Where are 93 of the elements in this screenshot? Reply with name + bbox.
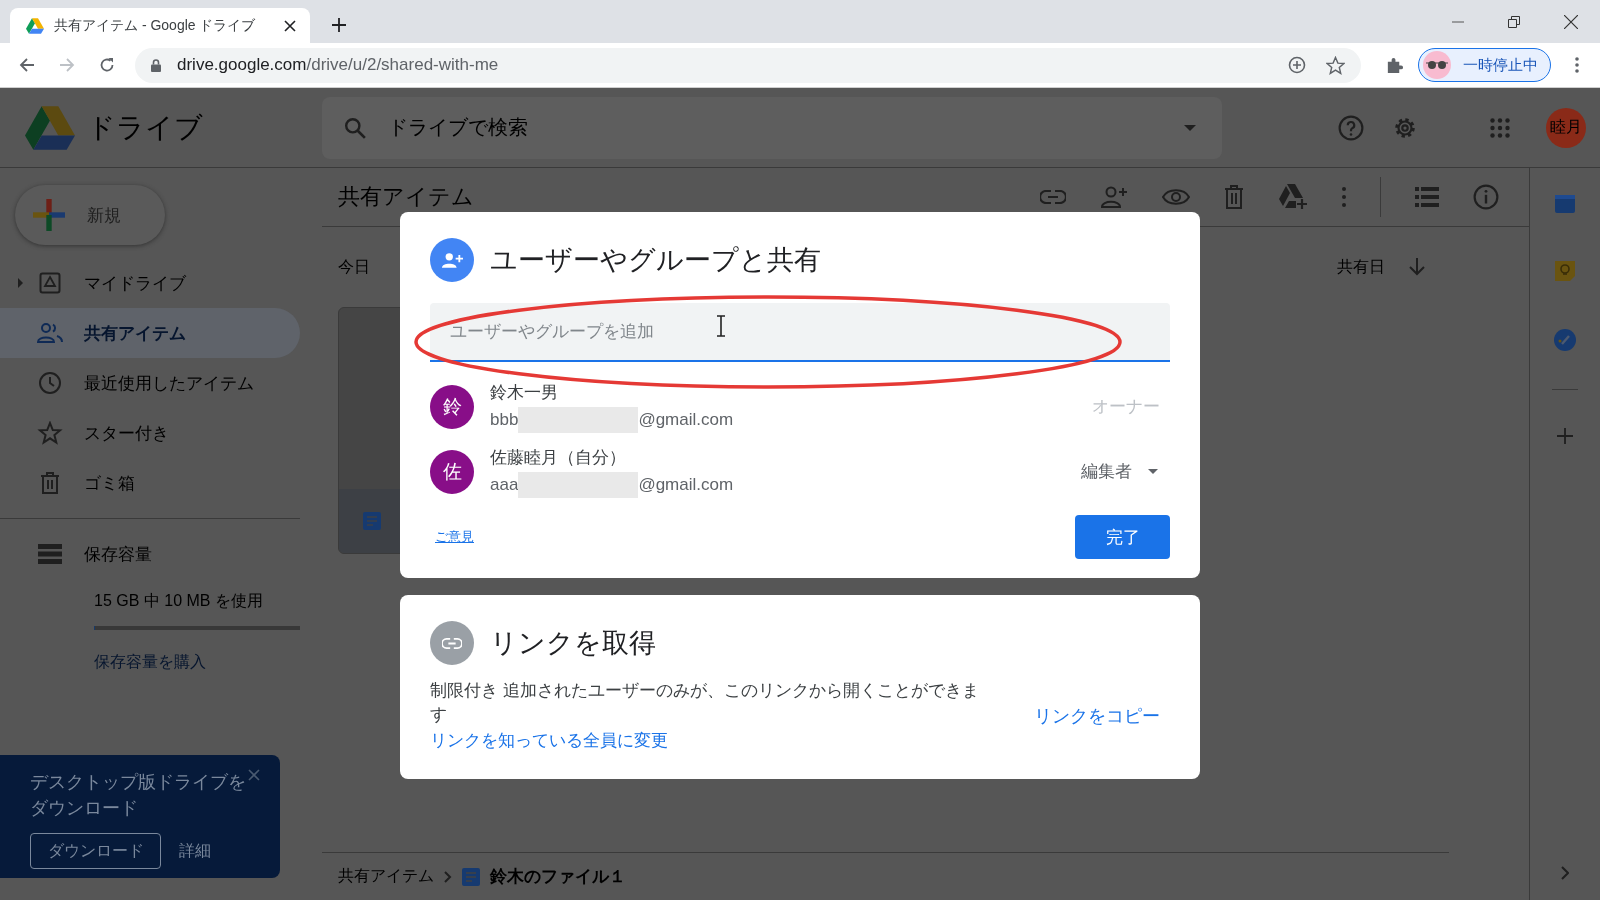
close-tab-icon[interactable] bbox=[284, 19, 296, 32]
document-icon bbox=[363, 512, 381, 530]
text-cursor-icon bbox=[716, 315, 726, 337]
minimize-icon[interactable] bbox=[1452, 20, 1464, 23]
role-label: オーナー bbox=[1092, 396, 1161, 418]
star-icon[interactable] bbox=[1326, 55, 1345, 75]
sidebar-item[interactable]: ゴミ箱 bbox=[0, 458, 300, 508]
app-name: ドライブ bbox=[87, 110, 203, 145]
storage-label[interactable]: 保存容量 bbox=[84, 542, 152, 566]
caret-icon[interactable] bbox=[1184, 124, 1196, 131]
drive-logo-icon bbox=[25, 105, 75, 150]
clock-icon bbox=[36, 371, 64, 395]
close-window-icon[interactable] bbox=[1564, 14, 1578, 29]
forward-icon[interactable] bbox=[59, 57, 75, 73]
done-button[interactable]: 完了 bbox=[1075, 515, 1170, 559]
arrow-down-icon[interactable] bbox=[1409, 258, 1425, 276]
sidebar-item[interactable]: マイドライブ bbox=[0, 258, 300, 308]
url-text: drive.google.com/drive/u/2/shared-with-me bbox=[177, 55, 499, 75]
kebab-menu-icon[interactable] bbox=[1575, 57, 1579, 73]
access-description: 制限付き 追加されたユーザーのみが、このリンクから開くことができます bbox=[430, 680, 980, 726]
reload-icon[interactable] bbox=[99, 57, 115, 73]
sort-label[interactable]: 共有日 bbox=[1337, 256, 1385, 278]
promo-text: デスクトップ版ドライブをダウンロード bbox=[30, 771, 247, 820]
link-icon[interactable] bbox=[1040, 190, 1066, 204]
change-access-link[interactable]: リンクを知っている全員に変更 bbox=[430, 729, 995, 752]
sidebar-item[interactable]: スター付き bbox=[0, 408, 300, 458]
chevron-right-icon[interactable] bbox=[1561, 866, 1569, 880]
tasks-icon[interactable] bbox=[1554, 329, 1576, 351]
lightbulb-note-icon[interactable] bbox=[1555, 261, 1575, 281]
plus-icon bbox=[33, 199, 65, 231]
search-bar[interactable]: ドライブで検索 bbox=[322, 96, 1222, 159]
restore-icon[interactable] bbox=[1508, 15, 1520, 28]
tab-title: 共有アイテム - Google ドライブ bbox=[54, 16, 257, 35]
drive-icon bbox=[36, 271, 64, 295]
details-link[interactable]: 詳細 bbox=[179, 840, 211, 862]
email-start: aaa bbox=[490, 474, 519, 495]
email-domain: @gmail.com bbox=[638, 409, 734, 430]
buy-storage-link[interactable]: 保存容量を購入 bbox=[94, 652, 305, 673]
info-icon[interactable] bbox=[1473, 184, 1499, 210]
person-avatar: 鈴 bbox=[430, 384, 474, 429]
add-person-icon[interactable] bbox=[1100, 186, 1128, 208]
calendar-icon[interactable] bbox=[1555, 193, 1575, 213]
lock-icon bbox=[151, 58, 161, 72]
email-start: bbb bbox=[490, 409, 519, 430]
new-tab-icon[interactable] bbox=[332, 18, 346, 32]
caret-icon bbox=[1148, 469, 1158, 474]
star-icon bbox=[36, 421, 64, 445]
link-icon bbox=[442, 637, 462, 649]
breadcrumb-parent[interactable]: 共有アイテム bbox=[338, 866, 434, 887]
copy-link-button[interactable]: リンクをコピー bbox=[1034, 703, 1160, 728]
apps-grid-icon[interactable] bbox=[1490, 117, 1510, 138]
email-domain: @gmail.com bbox=[638, 474, 734, 495]
section-heading: 今日 bbox=[338, 256, 370, 277]
download-button[interactable]: ダウンロード bbox=[30, 833, 161, 869]
list-view-icon[interactable] bbox=[1415, 187, 1439, 207]
drive-add-icon[interactable] bbox=[1278, 184, 1308, 210]
storage-usage: 15 GB 中 10 MB を使用 bbox=[94, 591, 264, 611]
drive-logo-icon bbox=[26, 17, 44, 34]
close-icon[interactable] bbox=[248, 769, 260, 781]
feedback-link[interactable]: ご意見 bbox=[435, 528, 474, 546]
plus-icon[interactable] bbox=[1557, 428, 1573, 444]
page-title: 共有アイテム bbox=[338, 183, 474, 211]
person-avatar: 佐 bbox=[430, 449, 474, 494]
person-name: 佐藤睦月（自分） bbox=[490, 446, 627, 469]
profile-chip[interactable]: 一時停止中 bbox=[1418, 48, 1551, 82]
people-icon bbox=[36, 322, 64, 344]
add-circle-icon[interactable] bbox=[1288, 56, 1306, 74]
storage-icon bbox=[36, 544, 64, 564]
add-people-field[interactable]: ユーザーやグループを追加 bbox=[430, 303, 1170, 362]
breadcrumb-file[interactable]: 鈴木のファイル１ bbox=[490, 865, 626, 888]
trash-icon[interactable] bbox=[1224, 185, 1244, 209]
search-input[interactable]: ドライブで検索 bbox=[386, 115, 1164, 140]
chevron-right-icon bbox=[444, 870, 452, 883]
dialog-title: ユーザーやグループと共有 bbox=[490, 244, 821, 277]
search-icon bbox=[344, 116, 366, 139]
back-icon[interactable] bbox=[19, 57, 35, 73]
glasses-avatar-icon bbox=[1423, 51, 1451, 79]
more-options-icon[interactable] bbox=[1342, 187, 1346, 207]
dialog-title: リンクを取得 bbox=[490, 627, 656, 660]
sidebar-item[interactable]: 最近使用したアイテム bbox=[0, 358, 300, 408]
sidebar-item[interactable]: 共有アイテム bbox=[0, 308, 300, 358]
role-dropdown[interactable]: 編集者 bbox=[1069, 454, 1170, 489]
person-name: 鈴木一男 bbox=[490, 381, 559, 404]
account-avatar[interactable]: 睦月 bbox=[1546, 107, 1586, 148]
new-button[interactable]: 新規 bbox=[15, 185, 165, 245]
browser-tab[interactable]: 共有アイテム - Google ドライブ bbox=[10, 8, 310, 43]
help-icon[interactable] bbox=[1338, 114, 1364, 141]
eye-icon[interactable] bbox=[1162, 188, 1190, 206]
add-person-icon bbox=[441, 251, 463, 269]
document-icon bbox=[462, 867, 480, 886]
address-bar[interactable]: drive.google.com/drive/u/2/shared-with-me bbox=[135, 47, 1361, 83]
expand-arrow-icon[interactable] bbox=[17, 278, 23, 288]
puzzle-icon[interactable] bbox=[1385, 55, 1404, 75]
